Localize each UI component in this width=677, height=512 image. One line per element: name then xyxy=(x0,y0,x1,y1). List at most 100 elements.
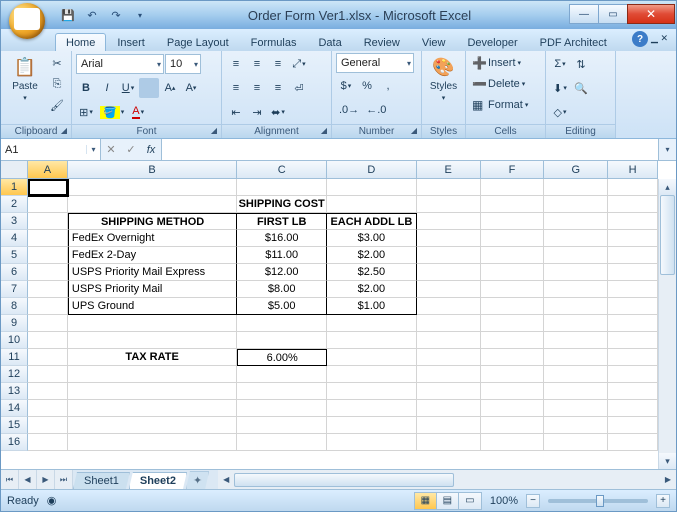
format-painter-icon[interactable]: 🖌 xyxy=(47,95,67,115)
macro-record-icon[interactable]: ◉ xyxy=(47,494,57,507)
tab-formulas[interactable]: Formulas xyxy=(240,33,308,51)
cell[interactable] xyxy=(28,332,68,349)
cell[interactable] xyxy=(28,434,68,451)
cell[interactable] xyxy=(28,196,68,213)
cell[interactable] xyxy=(481,247,545,264)
cell[interactable] xyxy=(481,179,545,196)
cell[interactable] xyxy=(28,315,68,332)
help-icon[interactable]: ? xyxy=(632,31,648,47)
cell[interactable] xyxy=(28,298,68,315)
cell[interactable]: $2.00 xyxy=(327,247,417,264)
cell[interactable] xyxy=(608,230,658,247)
sheet-nav-last-icon[interactable]: ⏭ xyxy=(55,470,73,489)
percent-format-icon[interactable]: % xyxy=(357,76,377,96)
zoom-slider[interactable] xyxy=(548,499,648,503)
row-header-12[interactable]: 12 xyxy=(1,366,28,383)
cell[interactable] xyxy=(544,247,608,264)
cell[interactable] xyxy=(417,400,481,417)
cell[interactable]: $2.50 xyxy=(327,264,417,281)
formula-input[interactable] xyxy=(161,139,658,160)
select-all-corner[interactable] xyxy=(1,161,28,179)
minimize-button[interactable]: — xyxy=(569,4,599,24)
cell[interactable] xyxy=(68,434,237,451)
fill-color-button[interactable]: 🪣 xyxy=(97,102,127,122)
cell[interactable] xyxy=(608,400,658,417)
row-header-8[interactable]: 8 xyxy=(1,298,28,315)
format-cells-button[interactable]: ▦Format▾ xyxy=(470,95,530,115)
col-header-D[interactable]: D xyxy=(327,161,417,179)
cell[interactable] xyxy=(481,196,545,213)
page-break-view-icon[interactable]: ▭ xyxy=(459,493,481,509)
cell[interactable] xyxy=(237,417,327,434)
cell[interactable]: TAX RATE xyxy=(68,349,237,366)
tab-pdf-architect[interactable]: PDF Architect xyxy=(529,33,618,51)
wrap-text-icon[interactable]: ⏎ xyxy=(289,78,309,98)
cell[interactable] xyxy=(68,196,237,213)
row-header-6[interactable]: 6 xyxy=(1,264,28,281)
row-header-10[interactable]: 10 xyxy=(1,332,28,349)
cell[interactable] xyxy=(608,349,658,366)
increase-decimal-icon[interactable]: .0→ xyxy=(336,100,362,120)
insert-function-icon[interactable]: fx xyxy=(141,144,161,156)
col-header-B[interactable]: B xyxy=(68,161,237,179)
cell[interactable] xyxy=(417,230,481,247)
zoom-out-button[interactable]: − xyxy=(526,494,540,508)
col-header-A[interactable]: A xyxy=(28,161,68,179)
cell[interactable] xyxy=(417,264,481,281)
cell[interactable] xyxy=(544,349,608,366)
cell[interactable] xyxy=(327,349,417,366)
cell[interactable]: 6.00% xyxy=(237,349,327,366)
cell[interactable] xyxy=(237,434,327,451)
cell[interactable] xyxy=(544,366,608,383)
tab-data[interactable]: Data xyxy=(307,33,352,51)
font-size-combo[interactable]: 10 xyxy=(165,54,201,74)
cell[interactable] xyxy=(481,417,545,434)
qat-customize-icon[interactable]: ▾ xyxy=(131,6,149,24)
cell[interactable] xyxy=(327,366,417,383)
cell[interactable] xyxy=(417,298,481,315)
decrease-decimal-icon[interactable]: ←.0 xyxy=(363,100,389,120)
row-header-16[interactable]: 16 xyxy=(1,434,28,451)
tab-review[interactable]: Review xyxy=(353,33,411,51)
font-color-button[interactable]: A xyxy=(128,102,148,122)
cell[interactable] xyxy=(237,179,327,196)
cell[interactable] xyxy=(417,434,481,451)
font-launcher-icon[interactable]: ◢ xyxy=(209,126,219,136)
cell[interactable] xyxy=(327,417,417,434)
cell[interactable] xyxy=(68,400,237,417)
cell[interactable] xyxy=(68,366,237,383)
cell[interactable]: $1.00 xyxy=(327,298,417,315)
cell[interactable] xyxy=(327,400,417,417)
cell[interactable] xyxy=(608,179,658,196)
cell[interactable] xyxy=(417,349,481,366)
zoom-level[interactable]: 100% xyxy=(490,495,518,507)
cell[interactable] xyxy=(544,332,608,349)
cell[interactable]: SHIPPING METHOD xyxy=(68,213,237,230)
cut-icon[interactable]: ✂ xyxy=(47,53,67,73)
row-header-2[interactable]: 2 xyxy=(1,196,28,213)
tab-insert[interactable]: Insert xyxy=(106,33,156,51)
cell[interactable] xyxy=(237,315,327,332)
name-box[interactable]: A1 xyxy=(1,144,86,156)
align-bottom-icon[interactable]: ≡ xyxy=(268,54,288,74)
row-header-14[interactable]: 14 xyxy=(1,400,28,417)
cell[interactable] xyxy=(608,264,658,281)
cell[interactable] xyxy=(481,349,545,366)
cell[interactable] xyxy=(28,247,68,264)
align-left-icon[interactable]: ≡ xyxy=(226,78,246,98)
cell[interactable] xyxy=(608,417,658,434)
redo-icon[interactable]: ↷ xyxy=(107,6,125,24)
scroll-right-icon[interactable]: ▶ xyxy=(660,472,676,488)
cell[interactable] xyxy=(544,298,608,315)
row-header-15[interactable]: 15 xyxy=(1,417,28,434)
col-header-H[interactable]: H xyxy=(608,161,658,179)
cell[interactable]: $8.00 xyxy=(237,281,327,298)
tab-page-layout[interactable]: Page Layout xyxy=(156,33,240,51)
row-header-11[interactable]: 11 xyxy=(1,349,28,366)
cell[interactable]: USPS Priority Mail xyxy=(68,281,237,298)
cell[interactable] xyxy=(608,315,658,332)
undo-icon[interactable]: ↶ xyxy=(83,6,101,24)
col-header-E[interactable]: E xyxy=(417,161,481,179)
cell[interactable] xyxy=(28,264,68,281)
cells-area[interactable]: SHIPPING COSTSHIPPING METHODFIRST LBEACH… xyxy=(28,179,658,469)
